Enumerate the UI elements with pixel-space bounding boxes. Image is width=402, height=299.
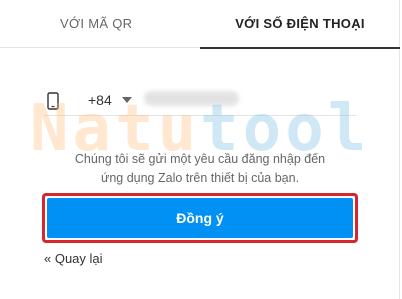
tab-qr-code[interactable]: VỚI MÃ QR: [20, 0, 170, 48]
info-text: Chúng tôi sẽ gửi một yêu cầu đăng nhập đ…: [50, 150, 350, 188]
tab-bar: VỚI MÃ QR VỚI SỐ ĐIỆN THOẠI: [0, 0, 400, 49]
tab-phone-number[interactable]: VỚI SỐ ĐIỆN THOẠI: [200, 0, 400, 49]
highlight-frame: Đồng ý: [42, 193, 358, 243]
back-link[interactable]: « Quay lại: [44, 251, 103, 266]
mobile-phone-icon: [47, 92, 59, 110]
phone-input-row: +84: [44, 86, 356, 116]
agree-button[interactable]: Đồng ý: [47, 198, 353, 238]
info-line-2: ứng dụng Zalo trên thiết bị của bạn.: [100, 171, 300, 185]
info-line-1: Chúng tôi sẽ gửi một yêu cầu đăng nhập đ…: [74, 152, 326, 166]
country-code[interactable]: +84: [88, 92, 112, 108]
chevron-down-icon[interactable]: [122, 97, 132, 103]
phone-number-input[interactable]: [144, 88, 349, 112]
login-card: VỚI MÃ QR VỚI SỐ ĐIỆN THOẠI +84 Natutool…: [0, 0, 400, 299]
